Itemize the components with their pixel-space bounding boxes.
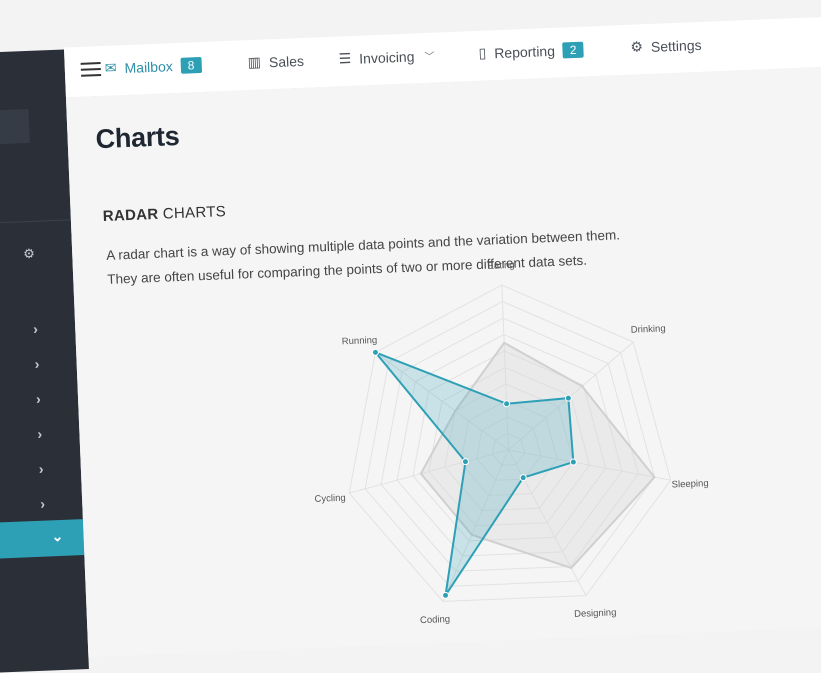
radar-axis-label: Running bbox=[342, 335, 378, 347]
book-icon: ▯ bbox=[478, 44, 487, 61]
radar-data-point bbox=[461, 458, 469, 466]
list-icon: ☰ bbox=[338, 49, 352, 67]
reporting-badge: 2 bbox=[562, 41, 584, 58]
radar-axis-label: Designing bbox=[574, 607, 617, 620]
section-title-rest: CHARTS bbox=[158, 203, 227, 223]
sidebar-divider bbox=[0, 219, 71, 225]
section-title-bold: RADAR bbox=[102, 205, 159, 226]
radar-data-point bbox=[569, 458, 577, 466]
chevron-down-icon: ⌄ bbox=[51, 527, 64, 545]
radar-axis-label: Cycling bbox=[314, 493, 346, 505]
nav-sales-label: Sales bbox=[268, 52, 305, 70]
sidebar-chevron-icon[interactable]: › bbox=[34, 356, 39, 372]
section-title: RADAR CHARTS bbox=[102, 203, 226, 225]
nav-sales[interactable]: ▥ Sales bbox=[247, 52, 304, 71]
radar-chart: Eating Drinking Sleeping Designing Coding Cyc… bbox=[314, 260, 709, 626]
page-title: Charts bbox=[95, 120, 180, 155]
radar-data-point bbox=[371, 348, 379, 356]
nav-reporting[interactable]: ▯ Reporting 2 bbox=[478, 41, 584, 62]
nav-invoicing-label: Invoicing bbox=[358, 47, 415, 67]
nav-settings[interactable]: ⚙ Settings bbox=[630, 36, 702, 56]
sidebar-chevron-icon[interactable]: › bbox=[39, 461, 44, 477]
mailbox-badge: 8 bbox=[180, 56, 202, 74]
radar-data-point bbox=[564, 394, 572, 402]
radar-axis-label: Drinking bbox=[631, 323, 666, 335]
main-content: Charts RADAR CHARTS A radar chart is a w… bbox=[65, 64, 821, 657]
sidebar-item-active[interactable]: ⌄ bbox=[0, 519, 85, 560]
sidebar-chevron-icon[interactable]: › bbox=[33, 321, 38, 337]
bar-chart-icon: ▥ bbox=[247, 53, 262, 71]
sidebar-chevron-icon[interactable]: › bbox=[36, 391, 41, 407]
nav-mailbox-label: Mailbox bbox=[124, 57, 174, 76]
radar-data-point bbox=[519, 474, 527, 482]
mail-icon: ✉ bbox=[104, 59, 117, 76]
gear-icon: ⚙ bbox=[630, 38, 644, 55]
nav-settings-label: Settings bbox=[650, 36, 702, 55]
sidebar-chevron-icon[interactable]: › bbox=[40, 496, 45, 512]
nav-invoicing[interactable]: ☰ Invoicing ﹀ bbox=[338, 47, 434, 68]
menu-icon[interactable] bbox=[80, 62, 102, 81]
sidebar-chevron-icon[interactable]: › bbox=[37, 426, 42, 442]
sidebar-gear-icon[interactable]: ⚙ bbox=[23, 246, 35, 262]
radar-data-point bbox=[503, 400, 511, 408]
sidebar-search[interactable] bbox=[0, 108, 30, 146]
radar-axis-label: Eating bbox=[487, 260, 514, 272]
nav-reporting-label: Reporting bbox=[493, 42, 556, 61]
radar-axis-label: Coding bbox=[420, 614, 451, 626]
radar-axis-label: Sleeping bbox=[671, 478, 708, 490]
chevron-down-icon: ﹀ bbox=[424, 51, 435, 64]
nav-mailbox[interactable]: ✉ Mailbox 8 bbox=[104, 56, 202, 77]
radar-data-point bbox=[442, 591, 450, 599]
